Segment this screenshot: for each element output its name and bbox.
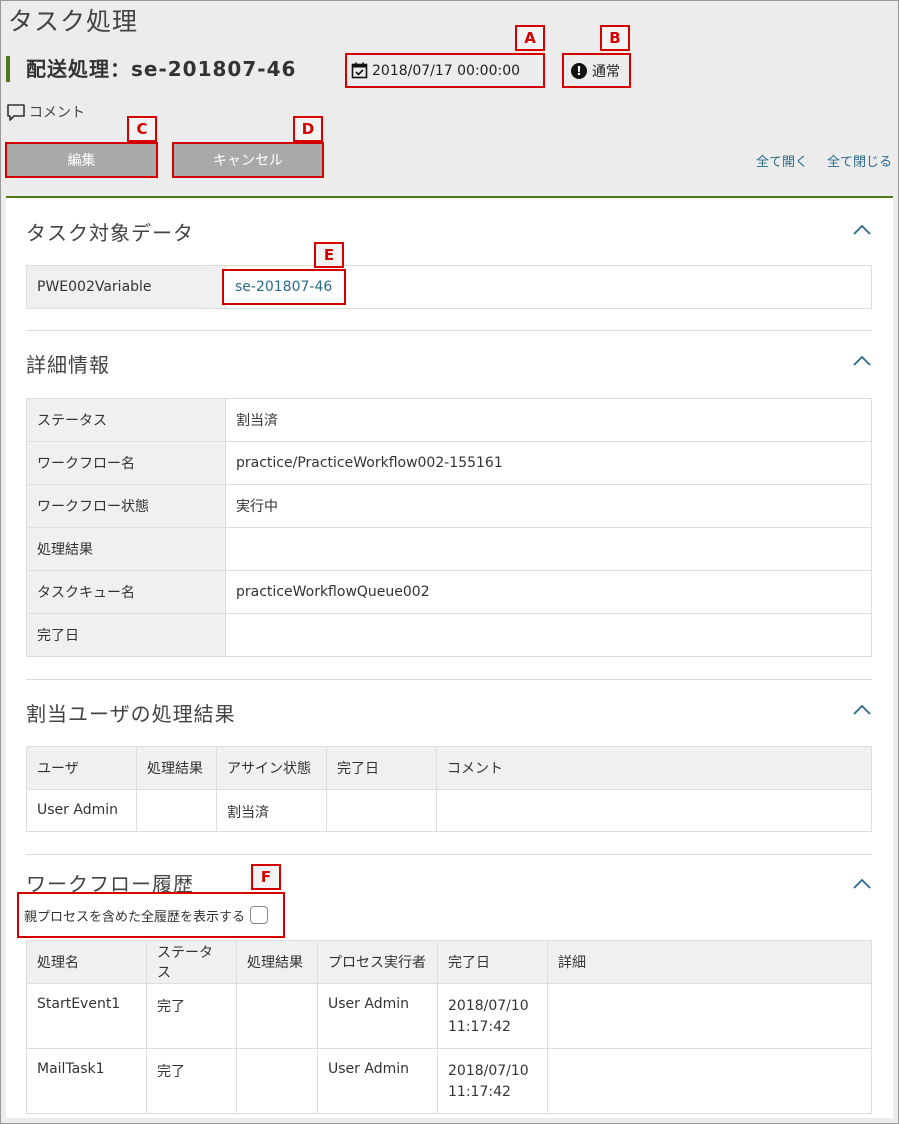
expand-all-link[interactable]: 全て開く bbox=[756, 151, 808, 170]
section-divider bbox=[26, 854, 872, 855]
table-cell bbox=[236, 983, 318, 1049]
table-cell bbox=[547, 983, 872, 1049]
edit-button[interactable]: 編集 bbox=[5, 142, 158, 178]
section-divider bbox=[26, 330, 872, 331]
table-header-row: ユーザ 処理結果 アサイン状態 完了日 コメント bbox=[26, 746, 872, 790]
completion-time: 11:17:42 bbox=[448, 1084, 511, 1100]
cancel-button[interactable]: キャンセル bbox=[172, 142, 324, 178]
section-title-target-data: タスク対象データ bbox=[26, 221, 194, 245]
column-header: 完了日 bbox=[437, 940, 548, 984]
section-title-assigned: 割当ユーザの処理結果 bbox=[26, 702, 236, 726]
target-data-key: PWE002Variable bbox=[26, 265, 226, 309]
show-all-history-option: 親プロセスを含めた全履歴を表示する bbox=[17, 892, 285, 938]
table-cell: User Admin bbox=[317, 1048, 438, 1114]
chevron-up-icon[interactable] bbox=[850, 874, 874, 894]
priority-text: 通常 bbox=[592, 63, 620, 80]
target-data-table: PWE002Variable bbox=[26, 265, 872, 309]
table-header-row: 処理名 ステータス 処理結果 プロセス実行者 完了日 詳細 bbox=[26, 940, 872, 984]
details-value: practice/PracticeWorkflow002-155161 bbox=[225, 441, 872, 485]
table-cell: User Admin bbox=[26, 789, 137, 832]
column-header: ステータス bbox=[146, 940, 237, 984]
completion-time: 11:17:42 bbox=[448, 1019, 511, 1035]
details-key: ワークフロー名 bbox=[26, 441, 226, 485]
show-all-history-label: 親プロセスを含めた全履歴を表示する bbox=[24, 909, 246, 925]
target-data-value-link[interactable]: se-201807-46 bbox=[222, 269, 346, 305]
details-key: 完了日 bbox=[26, 613, 226, 657]
show-all-history-checkbox[interactable] bbox=[250, 906, 269, 924]
callout-d: D bbox=[293, 116, 323, 142]
due-date: 2018/07/17 00:00:00 bbox=[345, 53, 545, 88]
task-title: 配送処理：se-201807-46 bbox=[6, 56, 296, 82]
column-header: 完了日 bbox=[326, 746, 437, 790]
table-row: ワークフロー状態 実行中 bbox=[26, 484, 872, 528]
callout-a: A bbox=[515, 25, 545, 51]
chevron-up-icon[interactable] bbox=[850, 220, 874, 240]
table-row: ステータス 割当済 bbox=[26, 398, 872, 442]
comment-icon bbox=[7, 104, 25, 121]
callout-b: B bbox=[600, 25, 630, 51]
table-row: User Admin 割当済 bbox=[26, 789, 872, 832]
details-value: 実行中 bbox=[225, 484, 872, 528]
section-title-details: 詳細情報 bbox=[26, 353, 110, 377]
table-cell bbox=[436, 789, 872, 832]
table-row: ワークフロー名 practice/PracticeWorkflow002-155… bbox=[26, 441, 872, 485]
callout-f: F bbox=[251, 864, 281, 890]
calendar-check-icon bbox=[351, 62, 368, 79]
column-header: ユーザ bbox=[26, 746, 137, 790]
page-title: タスク処理 bbox=[8, 7, 139, 36]
priority-badge: ! 通常 bbox=[562, 53, 631, 88]
details-table: ステータス 割当済 ワークフロー名 practice/PracticeWorkf… bbox=[26, 398, 872, 657]
details-value bbox=[225, 613, 872, 657]
column-header: プロセス実行者 bbox=[317, 940, 438, 984]
callout-c: C bbox=[127, 116, 157, 142]
column-header: 処理結果 bbox=[136, 746, 217, 790]
chevron-up-icon[interactable] bbox=[850, 700, 874, 720]
table-row: 完了日 bbox=[26, 613, 872, 657]
table-cell: 割当済 bbox=[216, 789, 327, 832]
comment-link[interactable]: コメント bbox=[6, 102, 85, 122]
callout-e: E bbox=[314, 242, 344, 268]
comment-label: コメント bbox=[29, 105, 85, 121]
table-row: タスクキュー名 practiceWorkflowQueue002 bbox=[26, 570, 872, 614]
details-key: ワークフロー状態 bbox=[26, 484, 226, 528]
table-cell: 2018/07/10 11:17:42 bbox=[437, 1048, 548, 1114]
details-key: タスクキュー名 bbox=[26, 570, 226, 614]
table-cell bbox=[326, 789, 437, 832]
table-row: MailTask1 完了 User Admin 2018/07/10 11:17:… bbox=[26, 1048, 872, 1114]
table-cell: StartEvent1 bbox=[26, 983, 147, 1049]
table-cell: 完了 bbox=[146, 1048, 237, 1114]
column-header: 詳細 bbox=[547, 940, 872, 984]
details-value: practiceWorkflowQueue002 bbox=[225, 570, 872, 614]
assigned-table: ユーザ 処理結果 アサイン状態 完了日 コメント User Admin 割当済 bbox=[26, 746, 872, 832]
table-cell: 完了 bbox=[146, 983, 237, 1049]
column-header: 処理結果 bbox=[236, 940, 318, 984]
section-divider bbox=[26, 679, 872, 680]
completion-date: 2018/07/10 bbox=[448, 998, 529, 1014]
table-cell: User Admin bbox=[317, 983, 438, 1049]
table-cell: MailTask1 bbox=[26, 1048, 147, 1114]
completion-date: 2018/07/10 bbox=[448, 1063, 529, 1079]
history-table: 処理名 ステータス 処理結果 プロセス実行者 完了日 詳細 StartEvent… bbox=[26, 940, 872, 1114]
table-row: StartEvent1 完了 User Admin 2018/07/10 11:1… bbox=[26, 983, 872, 1049]
table-cell: 2018/07/10 11:17:42 bbox=[437, 983, 548, 1049]
column-header: 処理名 bbox=[26, 940, 147, 984]
details-value bbox=[225, 527, 872, 571]
main-content: タスク対象データ PWE002Variable se-201807-46 E 詳… bbox=[6, 198, 893, 1118]
table-row: 処理結果 bbox=[26, 527, 872, 571]
table-row: PWE002Variable bbox=[26, 265, 872, 309]
details-key: 処理結果 bbox=[26, 527, 226, 571]
collapse-all-link[interactable]: 全て閉じる bbox=[827, 151, 892, 170]
column-header: アサイン状態 bbox=[216, 746, 327, 790]
details-key: ステータス bbox=[26, 398, 226, 442]
column-header: コメント bbox=[436, 746, 872, 790]
table-cell bbox=[136, 789, 217, 832]
table-cell bbox=[236, 1048, 318, 1114]
exclamation-icon: ! bbox=[571, 62, 587, 79]
due-date-text: 2018/07/17 00:00:00 bbox=[372, 62, 521, 79]
chevron-up-icon[interactable] bbox=[850, 351, 874, 371]
details-value: 割当済 bbox=[225, 398, 872, 442]
table-cell bbox=[547, 1048, 872, 1114]
